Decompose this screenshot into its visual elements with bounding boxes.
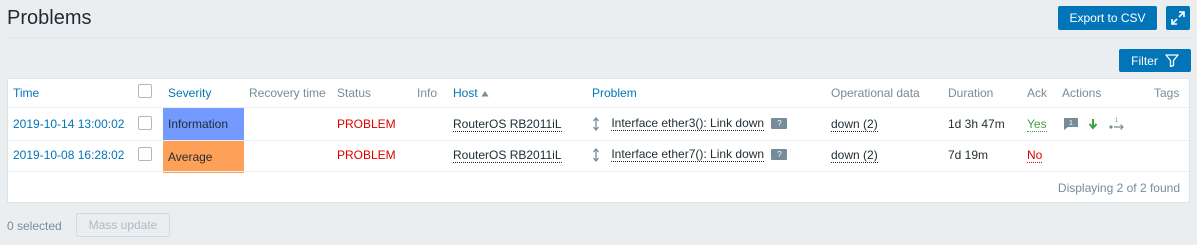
severity-label: Average — [168, 150, 213, 164]
row-time-link[interactable]: 2019-10-14 13:00:02 — [13, 117, 124, 131]
operational-data-link[interactable]: down (2) — [831, 117, 878, 132]
message-count: 1 — [1069, 120, 1073, 127]
table-footer-count: Displaying 2 of 2 found — [1057, 181, 1180, 195]
svg-text:1: 1 — [1115, 118, 1119, 124]
problem-link[interactable]: Interface ether7(): Link down — [611, 147, 765, 162]
message-icon[interactable]: 1 — [1063, 117, 1079, 131]
column-header-host-label: Host — [453, 86, 478, 100]
dependency-arrow-icon — [593, 116, 599, 131]
status-label: PROBLEM — [337, 148, 396, 162]
row-divider — [8, 171, 1189, 172]
mass-update-button[interactable]: Mass update — [76, 213, 170, 237]
column-header-time[interactable]: Time — [13, 86, 39, 100]
filter-button[interactable]: Filter — [1119, 49, 1191, 72]
column-header-recovery-time: Recovery time — [249, 86, 326, 100]
page-title: Problems — [7, 7, 92, 29]
column-header-ack: Ack — [1027, 86, 1048, 100]
filter-icon — [1165, 54, 1179, 67]
ack-link[interactable]: No — [1027, 148, 1043, 163]
problem-cell: Interface ether7(): Link down ? — [592, 147, 788, 162]
header-divider — [7, 37, 1190, 38]
filter-button-label: Filter — [1131, 53, 1158, 68]
status-label: PROBLEM — [337, 117, 396, 131]
duration-value: 1d 3h 47m — [948, 117, 1005, 131]
column-header-actions: Actions — [1062, 86, 1102, 100]
fullscreen-button[interactable] — [1166, 6, 1190, 30]
column-header-info: Info — [417, 86, 438, 100]
row-time-link[interactable]: 2019-10-08 16:28:02 — [13, 148, 124, 162]
column-header-problem[interactable]: Problem — [592, 86, 637, 100]
dependency-arrow-icon — [593, 147, 599, 162]
severity-cell: Average — [163, 141, 244, 173]
severity-label: Information — [168, 117, 229, 131]
column-header-host[interactable]: Host — [453, 86, 489, 100]
column-header-operational-data: Operational data — [831, 86, 920, 100]
problem-cell: Interface ether3(): Link down ? — [592, 116, 788, 131]
actions-cell: 1 1 — [1063, 116, 1126, 131]
host-link[interactable]: RouterOS RB2011iL — [453, 117, 562, 132]
select-all-checkbox[interactable] — [138, 84, 152, 98]
ack-link[interactable]: Yes — [1027, 117, 1047, 132]
column-header-tags: Tags — [1154, 86, 1180, 100]
selected-count: 0 selected — [7, 219, 62, 233]
actions-done-icon[interactable]: 1 — [1108, 117, 1126, 131]
row-checkbox[interactable] — [138, 116, 152, 130]
column-header-severity[interactable]: Severity — [168, 86, 211, 100]
severity-decreased-icon[interactable] — [1088, 118, 1098, 130]
page-header: Problems Export to CSV — [0, 0, 1197, 38]
host-link[interactable]: RouterOS RB2011iL — [453, 148, 562, 163]
column-header-duration: Duration — [948, 86, 994, 100]
problem-link[interactable]: Interface ether3(): Link down — [611, 116, 765, 131]
row-checkbox[interactable] — [138, 147, 152, 161]
sort-ascending-icon — [481, 90, 489, 97]
problems-table: Time Severity Recovery time Status Info … — [7, 78, 1190, 203]
column-header-status: Status — [337, 86, 372, 100]
export-csv-button[interactable]: Export to CSV — [1058, 6, 1157, 30]
fullscreen-icon — [1171, 11, 1185, 25]
hint-icon[interactable]: ? — [771, 149, 788, 161]
operational-data-link[interactable]: down (2) — [831, 148, 878, 163]
duration-value: 7d 19m — [948, 148, 989, 162]
severity-cell: Information — [163, 108, 244, 140]
hint-icon[interactable]: ? — [771, 118, 788, 130]
